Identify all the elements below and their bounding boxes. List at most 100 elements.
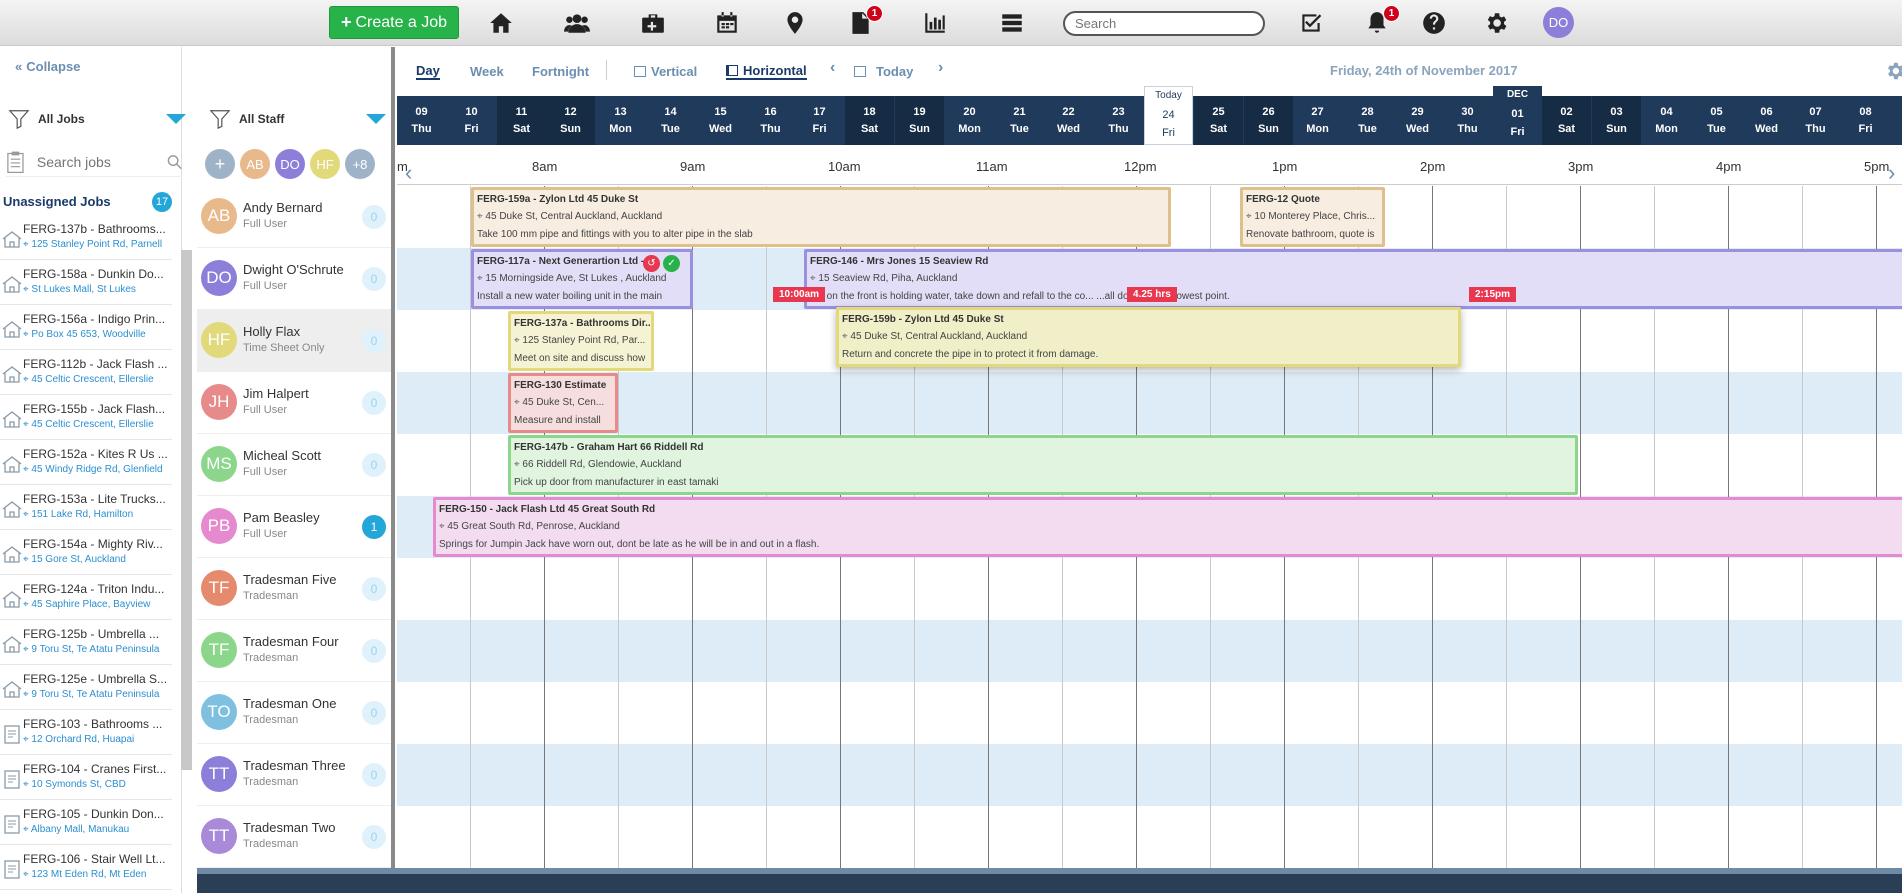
date-cell[interactable]: 12 Sun: [546, 96, 595, 145]
staff-filter-avatar[interactable]: AB: [240, 149, 270, 179]
date-cell[interactable]: 18 Sat: [845, 96, 894, 145]
staff-filter-avatar[interactable]: +8: [345, 149, 375, 179]
jobs-scrollbar[interactable]: [181, 250, 192, 770]
job-list-item[interactable]: FERG-106 - Stair Well Lt... ⌖ 123 Mt Eden…: [0, 845, 172, 890]
job-list-item[interactable]: FERG-125e - Umbrella S... ⌖ 9 Toru St, Te…: [0, 665, 172, 710]
staff-row[interactable]: MS Micheal Scott Full User 0: [197, 434, 391, 496]
date-cell[interactable]: 20 Mon: [945, 96, 994, 145]
date-cell[interactable]: 09 Thu: [397, 96, 446, 145]
documents-icon[interactable]: 1: [843, 5, 883, 40]
date-cell[interactable]: 22 Wed: [1044, 96, 1093, 145]
staff-filter-avatar[interactable]: DO: [275, 149, 305, 179]
job-list-item[interactable]: FERG-125b - Umbrella ... ⌖ 9 Toru St, Te …: [0, 620, 172, 665]
map-pin-icon[interactable]: [778, 6, 812, 40]
staff-row[interactable]: TO Tradesman One Tradesman 0: [197, 682, 391, 744]
date-cell[interactable]: 27 Mon: [1293, 96, 1342, 145]
schedule-grid[interactable]: FERG-159a - Zylon Ltd 45 Duke St 45 Duke …: [397, 186, 1902, 868]
job-list-item[interactable]: FERG-105 - Dunkin Don... ⌖ Albany Mall, M…: [0, 800, 172, 845]
jobs-search-input[interactable]: [36, 153, 167, 170]
settings-gear-icon[interactable]: [1479, 6, 1513, 40]
date-cell[interactable]: 14 Tue: [646, 96, 695, 145]
job-list-item[interactable]: FERG-124a - Triton Indu... ⌖ 45 Saphire P…: [0, 575, 172, 620]
staff-row[interactable]: AB Andy Bernard Full User 0: [197, 186, 391, 248]
date-cell[interactable]: Today 24 Fri: [1144, 86, 1193, 145]
server-list-icon[interactable]: [995, 6, 1029, 40]
jobs-filter-dropdown[interactable]: All Jobs: [8, 104, 188, 134]
date-cell[interactable]: 26 Sun: [1244, 96, 1293, 145]
date-cell[interactable]: 13 Mon: [596, 96, 645, 145]
staff-icon[interactable]: [560, 6, 594, 40]
help-icon[interactable]: [1417, 6, 1451, 40]
date-cell[interactable]: 17 Fri: [795, 96, 844, 145]
job-list-item[interactable]: FERG-112b - Jack Flash ... ⌖ 45 Celtic Cr…: [0, 350, 172, 395]
complete-check-icon[interactable]: ✓: [663, 255, 680, 272]
date-cell[interactable]: 10 Fri: [447, 96, 496, 145]
date-cell[interactable]: 16 Thu: [746, 96, 795, 145]
job-card[interactable]: FERG-150 - Jack Flash Ltd 45 Great South…: [433, 497, 1902, 557]
job-list-item[interactable]: FERG-103 - Bathrooms ... ⌖ 12 Orchard Rd,…: [0, 710, 172, 755]
job-card[interactable]: FERG-117a - Next Generartion Ltd - 1 15 M…: [471, 249, 693, 309]
add-staff-filter-button[interactable]: +: [205, 149, 235, 179]
prev-day-chevron-icon[interactable]: ‹: [830, 59, 835, 77]
date-cell[interactable]: 11 Sat: [497, 96, 546, 145]
unschedule-icon[interactable]: ↺: [643, 255, 660, 272]
user-avatar[interactable]: DO: [1543, 7, 1574, 38]
global-search-input[interactable]: [1063, 11, 1265, 36]
date-cell[interactable]: 23 Thu: [1094, 96, 1143, 145]
tasks-checkbox-icon[interactable]: [1294, 6, 1328, 40]
job-card[interactable]: FERG-147b - Graham Hart 66 Riddell Rd 66 …: [508, 435, 1578, 495]
layout-vertical-button[interactable]: Vertical: [634, 64, 697, 79]
calendar-icon[interactable]: [710, 6, 744, 40]
home-icon[interactable]: [484, 6, 518, 40]
staff-row[interactable]: JH Jim Halpert Full User 0: [197, 372, 391, 434]
today-button[interactable]: Today: [854, 64, 913, 79]
reports-chart-icon[interactable]: [918, 6, 952, 40]
staff-row[interactable]: PB Pam Beasley Full User 1: [197, 496, 391, 558]
date-cell[interactable]: 25 Sat: [1194, 96, 1243, 145]
staff-row[interactable]: TF Tradesman Five Tradesman 0: [197, 558, 391, 620]
job-card[interactable]: FERG-130 Estimate 45 Duke St, Cen... Measu…: [508, 373, 618, 433]
schedule-settings-gear-icon[interactable]: [1884, 60, 1902, 82]
job-card[interactable]: FERG-159a - Zylon Ltd 45 Duke St 45 Duke …: [471, 187, 1171, 247]
date-cell[interactable]: 30 Thu: [1443, 96, 1492, 145]
job-list-item[interactable]: FERG-153a - Lite Trucks... ⌖ 151 Lake Rd,…: [0, 485, 172, 530]
notifications-bell-icon[interactable]: 1: [1360, 5, 1400, 40]
tab-fortnight[interactable]: Fortnight: [532, 64, 589, 79]
tab-week[interactable]: Week: [470, 64, 504, 79]
date-cell[interactable]: 19 Sun: [895, 96, 944, 145]
next-day-chevron-icon[interactable]: ›: [938, 59, 943, 77]
date-cell[interactable]: 15 Wed: [696, 96, 745, 145]
staff-row[interactable]: TF Tradesman Four Tradesman 0: [197, 620, 391, 682]
staff-row[interactable]: DO Dwight O'Schrute Full User 0: [197, 248, 391, 310]
date-cell[interactable]: 05 Tue: [1692, 96, 1741, 145]
tab-day[interactable]: Day: [416, 63, 440, 80]
job-list-item[interactable]: FERG-156a - Indigo Prin... ⌖ Po Box 45 65…: [0, 305, 172, 350]
create-job-button[interactable]: + Create a Job: [329, 6, 459, 39]
scroll-left-chevron-icon[interactable]: ‹: [405, 160, 412, 186]
job-list-item[interactable]: FERG-137b - Bathrooms... ⌖ 125 Stanley Po…: [0, 215, 172, 260]
job-list-item[interactable]: FERG-104 - Cranes First... ⌖ 10 Symonds S…: [0, 755, 172, 800]
date-cell[interactable]: 06 Wed: [1742, 96, 1791, 145]
scroll-right-chevron-icon[interactable]: ›: [1888, 160, 1895, 186]
job-list-item[interactable]: FERG-154a - Mighty Riv... ⌖ 15 Gore St, A…: [0, 530, 172, 575]
first-aid-kit-icon[interactable]: [636, 6, 670, 40]
date-cell[interactable]: 02 Sat: [1542, 96, 1591, 145]
date-cell[interactable]: DEC 01 Fri: [1493, 86, 1542, 145]
job-list-item[interactable]: FERG-155b - Jack Flash... ⌖ 45 Celtic Cre…: [0, 395, 172, 440]
date-cell[interactable]: 21 Tue: [995, 96, 1044, 145]
date-cell[interactable]: 07 Thu: [1791, 96, 1840, 145]
job-list-item[interactable]: FERG-152a - Kites R Us ... ⌖ 45 Windy Rid…: [0, 440, 172, 485]
date-cell[interactable]: 04 Mon: [1642, 96, 1691, 145]
collapse-button[interactable]: « Collapse: [15, 59, 80, 74]
job-card[interactable]: FERG-146 - Mrs Jones 15 Seaview Rd 15 Sea…: [804, 249, 1902, 309]
search-icon[interactable]: [167, 154, 182, 170]
layout-horizontal-button[interactable]: Horizontal: [726, 63, 807, 80]
job-card[interactable]: FERG-159b - Zylon Ltd 45 Duke St 45 Duke …: [836, 307, 1461, 367]
date-cell[interactable]: 28 Tue: [1343, 96, 1392, 145]
staff-row[interactable]: TT Tradesman Two Tradesman 0: [197, 806, 391, 868]
date-cell[interactable]: 03 Sun: [1592, 96, 1641, 145]
job-list-item[interactable]: FERG-158a - Dunkin Do... ⌖ St Lukes Mall,…: [0, 260, 172, 305]
staff-filter-avatar[interactable]: HF: [310, 149, 340, 179]
staff-row[interactable]: HF Holly Flax Time Sheet Only 0: [197, 310, 391, 372]
date-cell[interactable]: 08 Fri: [1841, 96, 1890, 145]
